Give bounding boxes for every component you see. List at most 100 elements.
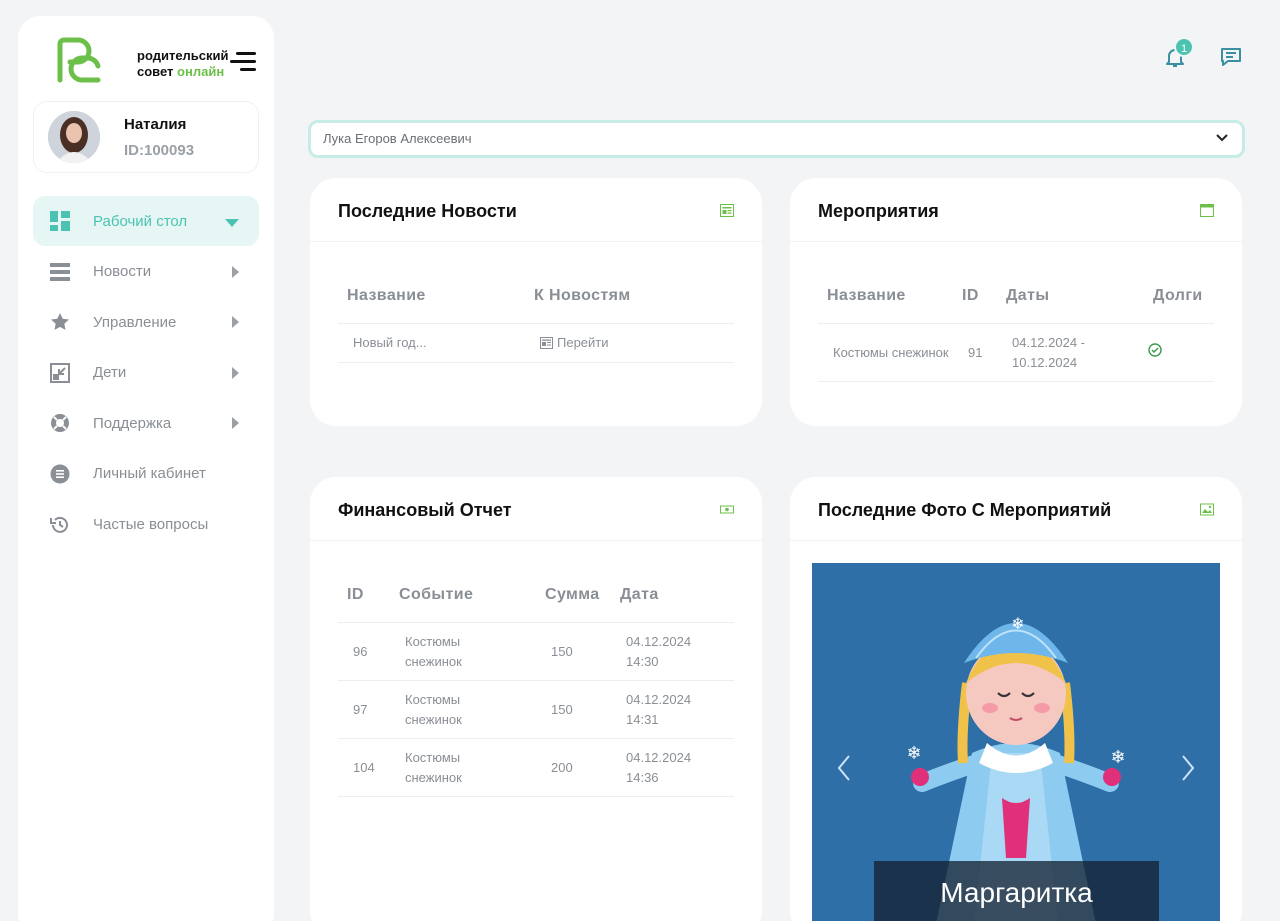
sidebar-item-support[interactable]: Поддержка [33, 398, 259, 448]
document-icon [49, 463, 71, 485]
finance-event-cell: Костюмы снежинок [405, 691, 462, 727]
column-header-name: Название [347, 287, 426, 304]
finance-sum-cell: 200 [551, 759, 573, 775]
column-header-sum: Сумма [545, 586, 600, 603]
sidebar-item-label: Личный кабинет [93, 465, 206, 483]
calendar-icon [1200, 204, 1214, 217]
newspaper-icon [540, 337, 553, 349]
carousel-prev-button[interactable] [834, 753, 854, 783]
table-row: 97 Костюмы снежинок 150 04.12.2024 14:31 [338, 681, 734, 739]
history-icon [49, 514, 71, 536]
finance-date-cell: 04.12.2024 14:30 [626, 633, 692, 669]
newspaper-icon [720, 204, 734, 217]
dashboard-icon [49, 210, 71, 232]
svg-text:❄: ❄ [906, 743, 921, 764]
chevron-right-icon [232, 366, 239, 379]
finance-id-cell: 96 [353, 643, 368, 659]
table-row: 104 Костюмы снежинок 200 04.12.2024 14:3… [338, 739, 734, 797]
list-icon [49, 261, 71, 283]
event-photo-carousel[interactable]: ❄ ❄ ❄ Маргаритка [812, 563, 1220, 921]
sidebar: родительский совет онлайн Наталия ID:100… [18, 16, 274, 921]
menu-toggle-button[interactable] [230, 52, 256, 74]
chat-icon[interactable] [1219, 45, 1243, 69]
news-card-title: Последние Новости [338, 201, 517, 221]
column-header-debts: Долги [1153, 287, 1203, 304]
finance-id-cell: 104 [353, 759, 375, 775]
table-row: Костюмы снежинок 91 04.12.2024 - 10.12.2… [818, 324, 1214, 382]
svg-text:❄: ❄ [1011, 614, 1024, 633]
event-name-cell: Костюмы снежинок [833, 344, 949, 360]
sidebar-item-news[interactable]: Новости [33, 247, 259, 297]
finance-id-cell: 97 [353, 701, 368, 717]
sidebar-item-dashboard[interactable]: Рабочий стол [33, 196, 259, 246]
shrink-icon [49, 362, 71, 384]
photo-caption: Маргаритка [874, 861, 1159, 921]
child-select-value: Лука Егоров Алексеевич [323, 131, 472, 146]
news-table: Название К Новостям Новый год... Перейти [338, 242, 734, 363]
sidebar-item-label: Рабочий стол [93, 212, 188, 230]
sidebar-item-management[interactable]: Управление [33, 297, 259, 347]
table-header: ID Событие Сумма Дата [338, 541, 734, 623]
column-header-date: Дата [620, 586, 659, 603]
finance-card: Финансовый Отчет ID Событие Сумма Дата 9… [310, 477, 762, 921]
events-table: Название ID Даты Долги Костюмы снежинок … [818, 242, 1214, 382]
lifebuoy-icon [49, 412, 71, 434]
sidebar-item-label: Управление [93, 313, 177, 331]
events-card: Мероприятия Название ID Даты Долги Костю… [790, 178, 1242, 426]
sidebar-item-label: Частые вопросы [93, 516, 209, 534]
sidebar-item-label: Новости [93, 263, 152, 281]
event-debt-cell [1144, 342, 1162, 363]
chevron-right-icon [232, 316, 239, 329]
child-select[interactable]: Лука Егоров Алексеевич [308, 120, 1245, 158]
column-header-id: ID [347, 586, 364, 603]
sidebar-item-account[interactable]: Личный кабинет [33, 449, 259, 499]
table-header: Название К Новостям [338, 242, 734, 324]
star-icon [49, 311, 71, 333]
column-header-link: К Новостям [534, 287, 631, 304]
finance-event-cell: Костюмы снежинок [405, 749, 462, 785]
chevron-down-icon [225, 219, 239, 227]
news-link-label: Перейти [557, 335, 609, 350]
finance-event-cell: Костюмы снежинок [405, 633, 462, 669]
finance-sum-cell: 150 [551, 701, 573, 717]
column-header-event: Событие [399, 586, 474, 603]
brand-name: родительский совет онлайн [137, 48, 229, 79]
event-id-cell: 91 [968, 344, 983, 360]
chevron-right-icon [232, 265, 239, 278]
sidebar-item-faq[interactable]: Частые вопросы [33, 500, 259, 550]
profile-name: Наталия [124, 116, 187, 133]
finance-table: ID Событие Сумма Дата 96 Костюмы снежино… [338, 541, 734, 797]
event-dates-cell: 04.12.2024 - 10.12.2024 [1012, 334, 1086, 370]
avatar [48, 111, 100, 163]
table-row: Новый год... Перейти [338, 324, 734, 363]
photos-card: Последние Фото С Мероприятий ❄ ❄ ❄ Марга… [790, 477, 1242, 921]
chevron-down-icon [1216, 134, 1228, 142]
finance-sum-cell: 150 [551, 643, 573, 659]
news-card: Последние Новости Название К Новостям Но… [310, 178, 762, 426]
sidebar-item-label: Поддержка [93, 414, 172, 432]
photos-card-title: Последние Фото С Мероприятий [818, 500, 1112, 520]
profile-id: ID:100093 [124, 142, 195, 159]
news-open-link[interactable]: Перейти [525, 333, 609, 353]
finance-card-title: Финансовый Отчет [338, 500, 512, 520]
table-header: Название ID Даты Долги [818, 242, 1214, 324]
logo-icon[interactable] [54, 36, 102, 84]
check-circle-icon [1148, 342, 1162, 357]
notification-badge: 1 [1174, 37, 1194, 57]
column-header-dates: Даты [1006, 287, 1050, 304]
sidebar-item-children[interactable]: Дети [33, 348, 259, 398]
svg-text:❄: ❄ [1110, 747, 1125, 768]
column-header-name: Название [827, 287, 906, 304]
news-name-cell: Новый год... [353, 335, 427, 350]
image-icon [1200, 503, 1214, 516]
money-icon [720, 505, 734, 514]
column-header-id: ID [962, 287, 979, 304]
carousel-next-button[interactable] [1178, 753, 1198, 783]
finance-date-cell: 04.12.2024 14:36 [626, 749, 692, 785]
sidebar-item-label: Дети [93, 364, 127, 382]
events-card-title: Мероприятия [818, 201, 939, 221]
table-row: 96 Костюмы снежинок 150 04.12.2024 14:30 [338, 623, 734, 681]
chevron-right-icon [232, 417, 239, 430]
finance-date-cell: 04.12.2024 14:31 [626, 691, 692, 727]
profile-card[interactable]: Наталия ID:100093 [33, 101, 259, 173]
